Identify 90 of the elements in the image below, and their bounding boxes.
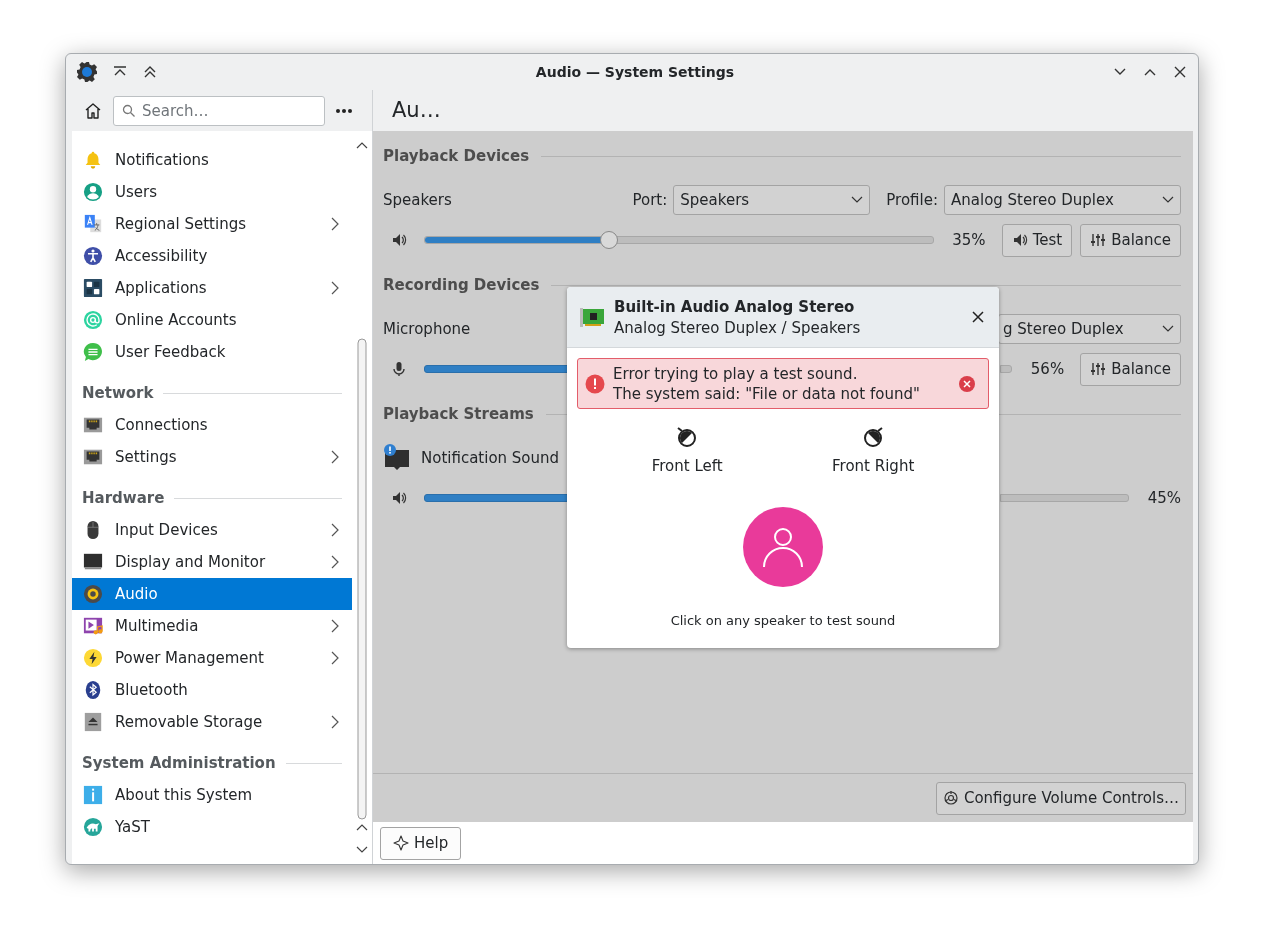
dropdown[interactable]: Speakers [673, 185, 871, 215]
ethernet-port-icon [83, 415, 103, 435]
volume-reading: 45% [1146, 489, 1181, 507]
close-icon[interactable] [1172, 64, 1188, 80]
sound-card-icon [579, 306, 605, 328]
device-name: Speakers [383, 191, 452, 209]
dialog-subtitle: Analog Stereo Duplex / Speakers [614, 318, 862, 337]
monitor-icon [83, 552, 103, 572]
dismiss-icon[interactable] [958, 374, 976, 393]
section-heading: Hardware [82, 489, 165, 507]
dialog-title: Built-in Audio Analog Stereo [614, 297, 856, 316]
sidebar-item[interactable]: Accessibility [72, 240, 352, 272]
error-icon [585, 373, 605, 394]
sidebar-item[interactable]: Online Accounts [72, 304, 352, 336]
app-grid-icon [83, 278, 103, 298]
dropdown[interactable]: g Stereo Duplex [998, 314, 1181, 344]
gear-icon [942, 790, 959, 806]
sidebar-item[interactable]: Notifications [72, 144, 352, 176]
sidebar-item[interactable]: Input Devices [72, 514, 352, 546]
info-icon [83, 785, 103, 805]
sidebar-item[interactable]: Audio [72, 578, 352, 610]
chevron-down-icon [851, 196, 864, 204]
sliders-icon [1090, 361, 1107, 377]
sidebar-item[interactable]: Display and Monitor [72, 546, 352, 578]
section-heading: Playback Streams [383, 405, 534, 423]
sidebar-item[interactable]: User Feedback [72, 336, 352, 368]
section-heading: Network [82, 384, 154, 402]
window-title: Audio — System Settings [534, 64, 736, 80]
bluetooth-icon [83, 680, 103, 700]
section-heading: System Administration [82, 754, 276, 772]
chevron-down-icon [1162, 325, 1174, 333]
error-message: Error trying to play a test sound. The system said: "File or data not found" [613, 363, 921, 404]
field-label: Port: [632, 191, 668, 209]
help-button[interactable]: Help [380, 826, 462, 860]
volume-reading: 56% [1029, 360, 1065, 378]
home-icon[interactable] [83, 100, 103, 121]
double-chevron-up-icon[interactable] [142, 64, 158, 80]
microphone-icon [391, 361, 407, 377]
field-label: Profile: [886, 191, 938, 209]
sidebar-item[interactable]: YaST [72, 811, 352, 843]
sidebar-item[interactable]: Bluetooth [72, 674, 352, 706]
section-heading: Recording Devices [383, 276, 540, 294]
sidebar-item[interactable]: Multimedia [72, 610, 352, 642]
help-icon [393, 835, 409, 851]
sidebar-item[interactable]: Regional Settings [72, 208, 352, 240]
lizard-icon [83, 817, 103, 837]
test-button[interactable]: Test [1001, 223, 1073, 257]
bell-icon [83, 150, 103, 170]
search-field[interactable]: Search… [113, 95, 325, 126]
sidebar-item[interactable]: Users [72, 176, 352, 208]
dropdown[interactable]: Analog Stereo Duplex [944, 185, 1181, 215]
device-name: Microphone [383, 320, 471, 338]
chat-icon [83, 342, 103, 362]
speaker-button[interactable]: Front Right [832, 425, 915, 475]
device-name: Notification Sound [421, 449, 560, 467]
hint-text: Click on any speaker to test sound [670, 613, 896, 628]
user-icon [83, 182, 103, 202]
film-note-icon [83, 616, 103, 636]
eject-icon [83, 712, 103, 732]
configure-button[interactable]: Configure Volume Controls… [935, 781, 1186, 815]
search-icon [122, 103, 136, 118]
user-avatar-icon[interactable] [743, 507, 823, 587]
translate-icon [83, 214, 103, 234]
sidebar-item[interactable]: Power Management [72, 642, 352, 674]
sidebar-item[interactable]: Settings [72, 441, 352, 473]
sidebar-item[interactable]: About this System [72, 779, 352, 811]
accessibility-icon [83, 246, 103, 266]
section-heading: Playback Devices [383, 147, 530, 165]
lightning-icon [83, 648, 103, 668]
speaker-button[interactable]: Front Left [651, 425, 723, 475]
message-alert-icon [383, 444, 411, 472]
speaker-ring-icon [83, 584, 103, 604]
volume-reading: 35% [951, 231, 986, 249]
balance-button[interactable]: Balance [1080, 352, 1181, 386]
page-title: Au… [391, 97, 442, 124]
settings-icon [76, 61, 98, 83]
sidebar-item[interactable]: Removable Storage [72, 706, 352, 738]
speaker-icon [391, 232, 407, 248]
balance-button[interactable]: Balance [1080, 223, 1181, 257]
more-icon[interactable] [335, 107, 353, 114]
at-sign-icon [83, 310, 103, 330]
speaker-icon [1011, 232, 1028, 248]
sliders-icon [1090, 232, 1107, 248]
sidebar-item[interactable]: Applications [72, 272, 352, 304]
chevron-down-icon [1162, 196, 1174, 204]
ethernet-port-icon [83, 447, 103, 467]
speaker-icon [391, 490, 407, 506]
sidebar-item[interactable]: Connections [72, 409, 352, 441]
slider-track [1000, 365, 1013, 373]
close-icon[interactable] [971, 310, 985, 324]
